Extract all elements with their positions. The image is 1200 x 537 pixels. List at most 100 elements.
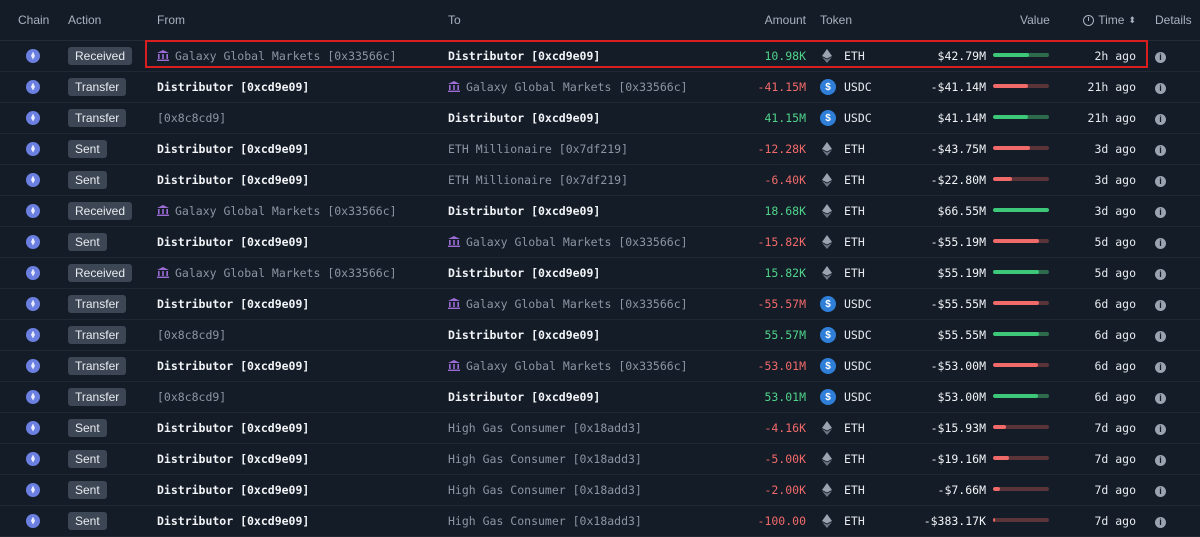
token-cell[interactable]: $ USDC xyxy=(820,296,872,312)
from-address[interactable]: Galaxy Global Markets [0x33566c] xyxy=(157,49,397,63)
token-cell[interactable]: ETH xyxy=(820,204,865,218)
token-symbol: ETH xyxy=(844,452,865,466)
to-address[interactable]: Galaxy Global Markets [0x33566c] xyxy=(448,359,688,373)
info-icon[interactable]: i xyxy=(1155,114,1166,125)
header-amount[interactable]: Amount xyxy=(765,13,806,27)
token-cell[interactable]: ETH xyxy=(820,452,865,466)
token-cell[interactable]: ETH xyxy=(820,421,865,435)
to-address[interactable]: ETH Millionaire [0x7df219] xyxy=(448,173,628,187)
info-icon[interactable]: i xyxy=(1155,424,1166,435)
info-icon[interactable]: i xyxy=(1155,455,1166,466)
table-row[interactable]: Sent Distributor [0xcd9e09] Galaxy Global … xyxy=(0,227,1200,258)
from-address[interactable]: [0x8c8cd9] xyxy=(157,390,226,404)
to-address[interactable]: Galaxy Global Markets [0x33566c] xyxy=(448,297,688,311)
to-address[interactable]: High Gas Consumer [0x18add3] xyxy=(448,514,642,528)
action-cell: Sent xyxy=(68,233,107,251)
from-address[interactable]: Distributor [0xcd9e09] xyxy=(157,80,309,94)
token-cell[interactable]: $ USDC xyxy=(820,358,872,374)
to-address[interactable]: Distributor [0xcd9e09] xyxy=(448,204,600,218)
token-cell[interactable]: ETH xyxy=(820,266,865,280)
from-address-label: Distributor [0xcd9e09] xyxy=(157,514,310,528)
info-icon[interactable]: i xyxy=(1155,486,1166,497)
table-row[interactable]: Sent Distributor [0xcd9e09] High Gas Consu… xyxy=(0,444,1200,475)
info-icon[interactable]: i xyxy=(1155,517,1166,528)
to-address-label: High Gas Consumer [0x18add3] xyxy=(448,421,642,435)
table-row[interactable]: Transfer [0x8c8cd9] Distributor [0xcd9e09]… xyxy=(0,320,1200,351)
header-to[interactable]: To xyxy=(448,13,461,27)
table-row[interactable]: Transfer Distributor [0xcd9e09] Galaxy Glo… xyxy=(0,351,1200,382)
table-row[interactable]: Received Galaxy Global Markets [0x33566c]… xyxy=(0,258,1200,289)
token-cell[interactable]: $ USDC xyxy=(820,389,872,405)
token-cell[interactable]: ETH xyxy=(820,142,865,156)
from-address[interactable]: Galaxy Global Markets [0x33566c] xyxy=(157,204,397,218)
from-address[interactable]: Galaxy Global Markets [0x33566c] xyxy=(157,266,397,280)
header-from[interactable]: From xyxy=(157,13,185,27)
from-address[interactable]: Distributor [0xcd9e09] xyxy=(157,483,309,497)
token-cell[interactable]: ETH xyxy=(820,235,865,249)
value-bar-fill xyxy=(993,270,1040,274)
value-bar-fill xyxy=(993,301,1040,305)
sort-icon[interactable]: ⬍ xyxy=(1128,15,1136,26)
from-address[interactable]: Distributor [0xcd9e09] xyxy=(157,452,309,466)
from-address[interactable]: Distributor [0xcd9e09] xyxy=(157,359,309,373)
header-action[interactable]: Action xyxy=(68,13,101,27)
header-token[interactable]: Token xyxy=(820,13,852,27)
token-cell[interactable]: $ USDC xyxy=(820,327,872,343)
info-icon[interactable]: i xyxy=(1155,362,1166,373)
table-row[interactable]: Received Galaxy Global Markets [0x33566c]… xyxy=(0,196,1200,227)
from-address[interactable]: Distributor [0xcd9e09] xyxy=(157,297,309,311)
from-address[interactable]: Distributor [0xcd9e09] xyxy=(157,142,309,156)
table-row[interactable]: Received Galaxy Global Markets [0x33566c]… xyxy=(0,41,1200,72)
info-icon[interactable]: i xyxy=(1155,83,1166,94)
info-icon[interactable]: i xyxy=(1155,269,1166,280)
to-address[interactable]: Distributor [0xcd9e09] xyxy=(448,49,600,63)
from-address[interactable]: [0x8c8cd9] xyxy=(157,111,226,125)
table-row[interactable]: Sent Distributor [0xcd9e09] High Gas Consu… xyxy=(0,475,1200,506)
from-address[interactable]: [0x8c8cd9] xyxy=(157,328,226,342)
info-icon[interactable]: i xyxy=(1155,393,1166,404)
to-address[interactable]: High Gas Consumer [0x18add3] xyxy=(448,452,642,466)
from-address[interactable]: Distributor [0xcd9e09] xyxy=(157,173,309,187)
to-address[interactable]: Galaxy Global Markets [0x33566c] xyxy=(448,80,688,94)
table-row[interactable]: Transfer [0x8c8cd9] Distributor [0xcd9e09]… xyxy=(0,103,1200,134)
to-address[interactable]: High Gas Consumer [0x18add3] xyxy=(448,421,642,435)
to-address[interactable]: Distributor [0xcd9e09] xyxy=(448,266,600,280)
info-icon[interactable]: i xyxy=(1155,145,1166,156)
info-icon[interactable]: i xyxy=(1155,300,1166,311)
table-row[interactable]: Sent Distributor [0xcd9e09] High Gas Consu… xyxy=(0,413,1200,444)
from-address-label: [0x8c8cd9] xyxy=(157,390,227,404)
header-chain[interactable]: Chain xyxy=(18,13,49,27)
info-icon[interactable]: i xyxy=(1155,176,1166,187)
to-address[interactable]: Distributor [0xcd9e09] xyxy=(448,390,600,404)
details-cell: i xyxy=(1155,421,1166,435)
from-address[interactable]: Distributor [0xcd9e09] xyxy=(157,421,309,435)
from-address[interactable]: Distributor [0xcd9e09] xyxy=(157,514,309,528)
info-icon[interactable]: i xyxy=(1155,331,1166,342)
table-row[interactable]: Sent Distributor [0xcd9e09] High Gas Consu… xyxy=(0,506,1200,537)
table-row[interactable]: Transfer Distributor [0xcd9e09] Galaxy Glo… xyxy=(0,289,1200,320)
token-cell[interactable]: ETH xyxy=(820,483,865,497)
to-address[interactable]: Distributor [0xcd9e09] xyxy=(448,328,600,342)
info-icon[interactable]: i xyxy=(1155,52,1166,63)
to-address[interactable]: ETH Millionaire [0x7df219] xyxy=(448,142,628,156)
token-cell[interactable]: ETH xyxy=(820,49,865,63)
table-row[interactable]: Sent Distributor [0xcd9e09] ETH Millionair… xyxy=(0,134,1200,165)
info-icon[interactable]: i xyxy=(1155,238,1166,249)
from-address-label: Distributor [0xcd9e09] xyxy=(157,80,310,94)
to-address[interactable]: Galaxy Global Markets [0x33566c] xyxy=(448,235,688,249)
info-icon[interactable]: i xyxy=(1155,207,1166,218)
action-cell: Transfer xyxy=(68,388,127,406)
token-cell[interactable]: $ USDC xyxy=(820,110,872,126)
table-row[interactable]: Transfer Distributor [0xcd9e09] Galaxy Glo… xyxy=(0,72,1200,103)
from-address[interactable]: Distributor [0xcd9e09] xyxy=(157,235,309,249)
token-cell[interactable]: ETH xyxy=(820,514,865,528)
token-cell[interactable]: $ USDC xyxy=(820,79,872,95)
token-cell[interactable]: ETH xyxy=(820,173,865,187)
to-address[interactable]: High Gas Consumer [0x18add3] xyxy=(448,483,642,497)
header-value[interactable]: Value xyxy=(1020,13,1050,27)
header-time[interactable]: Time ⬍ xyxy=(1083,13,1136,27)
table-row[interactable]: Sent Distributor [0xcd9e09] ETH Millionair… xyxy=(0,165,1200,196)
to-address[interactable]: Distributor [0xcd9e09] xyxy=(448,111,600,125)
from-address-label: Distributor [0xcd9e09] xyxy=(157,173,310,187)
table-row[interactable]: Transfer [0x8c8cd9] Distributor [0xcd9e09]… xyxy=(0,382,1200,413)
